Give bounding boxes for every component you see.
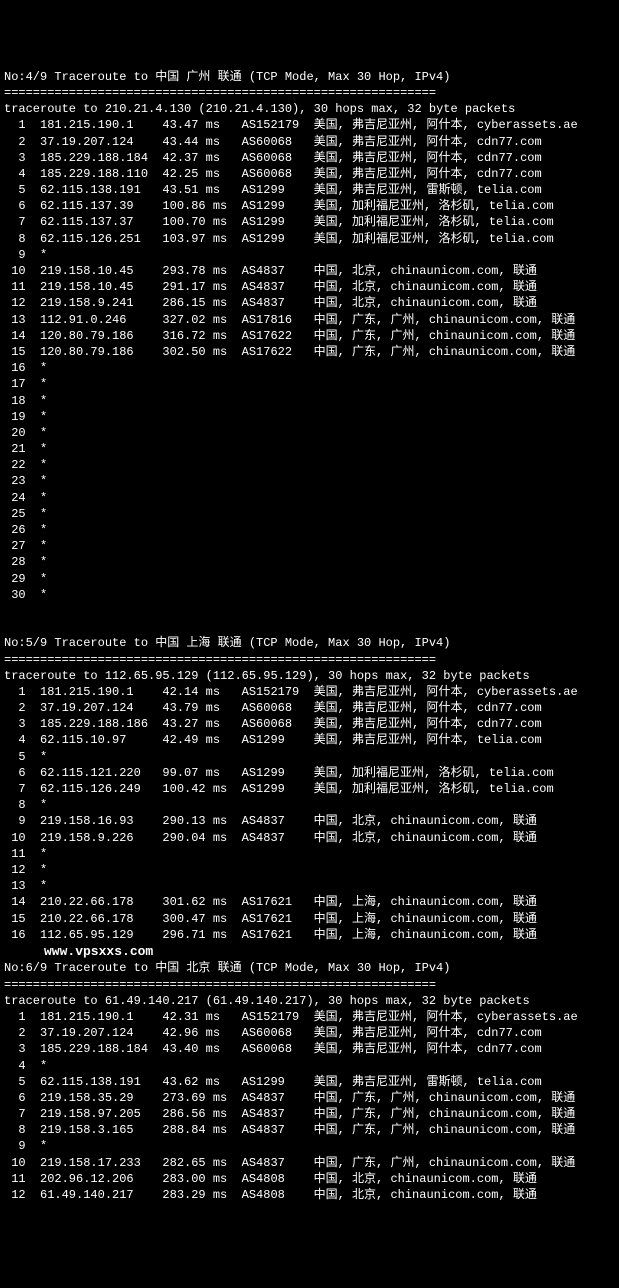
terminal-output: No:4/9 Traceroute to 中国 广州 联通 (TCP Mode,… [4,69,615,1203]
